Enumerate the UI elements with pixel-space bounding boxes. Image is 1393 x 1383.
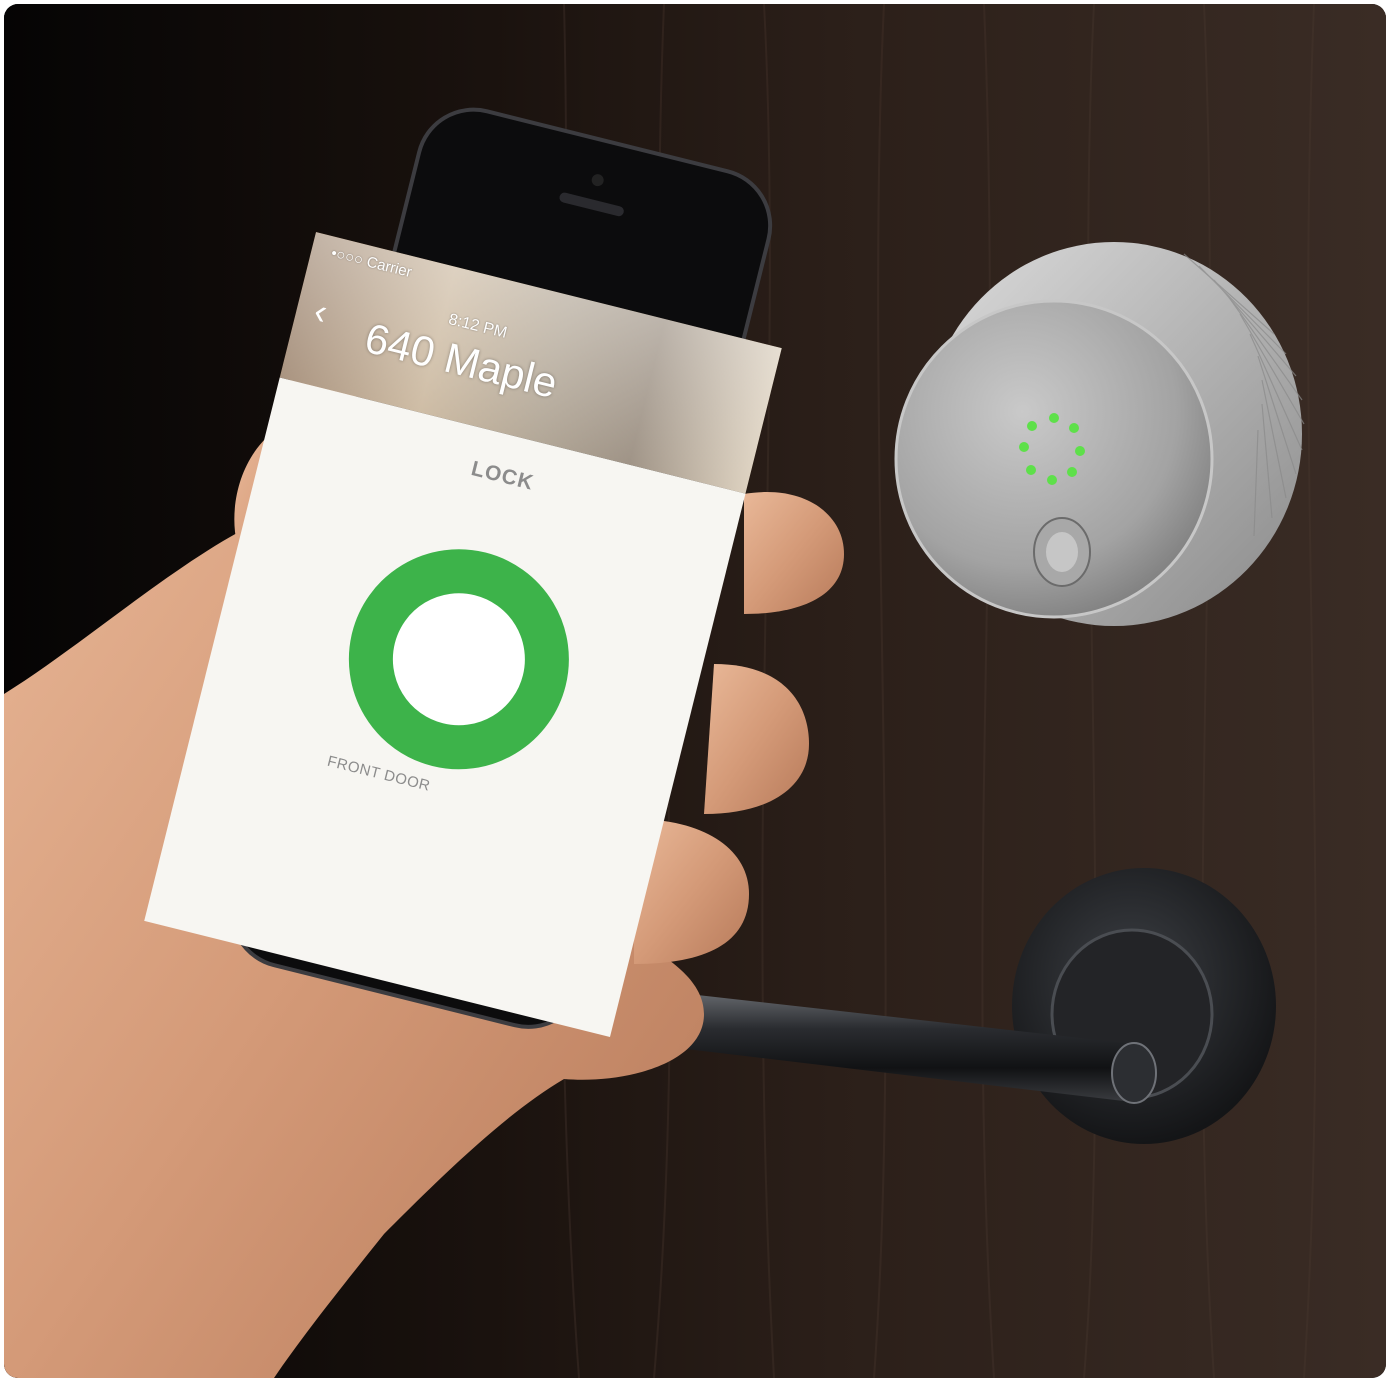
photo-frame: •○○○ Carrier 8:12 PM ‹ 640 Maple LOCK FR… (4, 4, 1386, 1378)
chevron-left-icon[interactable]: ‹ (310, 290, 332, 333)
lock-toggle-button[interactable] (325, 525, 593, 793)
